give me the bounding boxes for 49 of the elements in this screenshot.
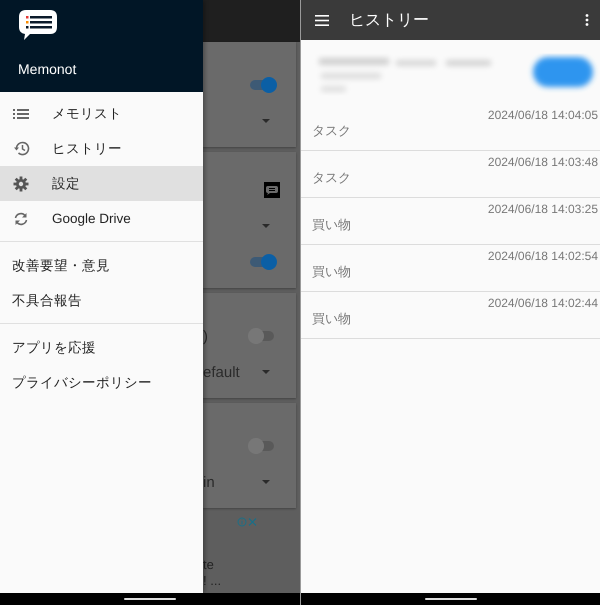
entry-title: 買い物 bbox=[312, 311, 352, 328]
entry-timestamp: 2024/06/18 14:02:44 bbox=[488, 296, 598, 310]
menu-icon[interactable] bbox=[315, 14, 329, 26]
dropdown-caret-icon[interactable] bbox=[262, 224, 270, 228]
entry-title: タスク bbox=[312, 123, 352, 140]
entry-timestamp: 2024/06/18 14:02:54 bbox=[488, 249, 598, 263]
menu-link[interactable]: プライバシーポリシー bbox=[0, 365, 203, 400]
setting-text: in bbox=[203, 474, 215, 490]
toggle-switch[interactable] bbox=[250, 331, 274, 341]
app-name: Memonot bbox=[18, 61, 78, 77]
toggle-switch[interactable] bbox=[250, 80, 274, 90]
ad-text: te bbox=[203, 557, 215, 573]
more-options-icon[interactable] bbox=[585, 14, 589, 26]
history-entry[interactable]: 2024/06/18 14:04:05 タスク bbox=[301, 104, 600, 151]
entry-title: 買い物 bbox=[312, 264, 352, 281]
menu-link[interactable]: 改善要望・意見 bbox=[0, 248, 203, 283]
chat-bubble-icon bbox=[264, 182, 280, 198]
toggle-switch[interactable] bbox=[250, 257, 274, 267]
menu-link[interactable]: 不具合報告 bbox=[0, 283, 203, 318]
entry-timestamp: 2024/06/18 14:03:48 bbox=[488, 155, 598, 169]
menu-item[interactable]: ヒストリー bbox=[0, 131, 203, 166]
ad-text: ! ... bbox=[203, 573, 222, 589]
toggle-switch[interactable] bbox=[250, 441, 274, 451]
entry-timestamp: 2024/06/18 14:04:05 bbox=[488, 108, 598, 122]
entry-title: タスク bbox=[312, 170, 352, 187]
home-indicator[interactable] bbox=[124, 598, 176, 600]
app-logo-icon bbox=[18, 9, 58, 41]
dropdown-caret-icon[interactable] bbox=[262, 480, 270, 484]
history-entry[interactable]: 2024/06/18 14:02:54 買い物 bbox=[301, 245, 600, 292]
home-indicator[interactable] bbox=[424, 598, 476, 600]
entry-title: 買い物 bbox=[312, 217, 352, 234]
settings-icon bbox=[12, 176, 30, 192]
ad-choices-icon[interactable] bbox=[237, 517, 259, 527]
dropdown-caret-icon[interactable] bbox=[262, 119, 270, 123]
history-entry[interactable]: 2024/06/18 14:02:44 買い物 bbox=[301, 292, 600, 339]
menu-item[interactable]: 設定 bbox=[0, 166, 203, 201]
screen-title: ヒストリー bbox=[349, 10, 430, 30]
dropdown-caret-icon[interactable] bbox=[262, 370, 270, 374]
menu-item[interactable]: メモリスト bbox=[0, 96, 203, 131]
setting-text: ) bbox=[203, 328, 208, 344]
history-icon bbox=[12, 141, 30, 156]
setting-text: efault bbox=[203, 364, 240, 380]
sync-icon bbox=[12, 212, 30, 226]
history-entry[interactable]: 2024/06/18 14:03:25 買い物 bbox=[301, 198, 600, 245]
history-entry[interactable]: 2024/06/18 14:03:48 タスク bbox=[301, 151, 600, 198]
list-icon bbox=[12, 108, 30, 120]
entry-timestamp: 2024/06/18 14:03:25 bbox=[488, 202, 598, 216]
menu-item[interactable]: Google Drive bbox=[0, 201, 203, 236]
menu-link[interactable]: アプリを応援 bbox=[0, 330, 203, 365]
